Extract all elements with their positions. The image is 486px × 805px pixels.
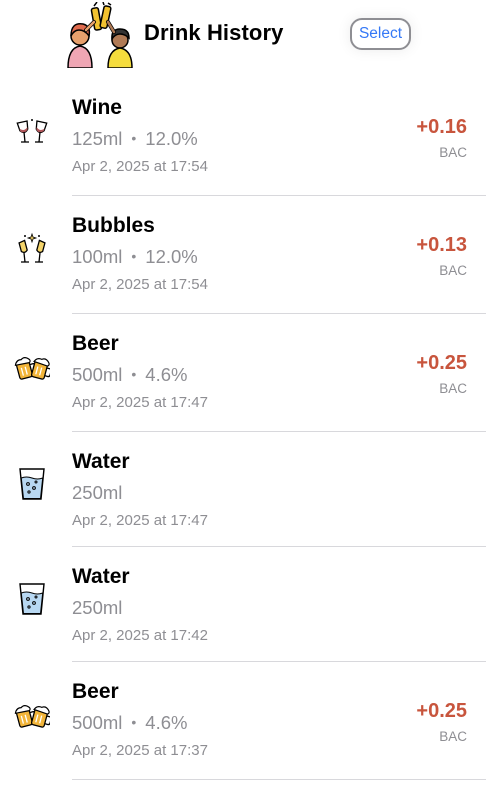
water-glass-icon	[14, 466, 50, 502]
water-glass-icon	[14, 581, 50, 617]
drink-row[interactable]: Beer 500ml • 4.6% Apr 2, 2025 at 17:37 +0.25 B…	[0, 662, 486, 780]
drink-timestamp: Apr 2, 2025 at 17:54	[72, 276, 208, 293]
separator-dot: •	[131, 714, 137, 730]
beer-mugs-icon	[14, 350, 52, 386]
drink-detail: 125ml • 12.0%	[72, 128, 198, 150]
beer-mugs-icon	[14, 698, 52, 734]
drink-abv: 4.6%	[145, 712, 188, 733]
drink-abv: 12.0%	[145, 246, 198, 267]
separator-dot: •	[131, 130, 137, 146]
drink-volume: 250ml	[72, 482, 123, 503]
drink-timestamp: Apr 2, 2025 at 17:47	[72, 512, 208, 529]
drink-history-list: Wine 125ml • 12.0% Apr 2, 2025 at 17:54 +0.16…	[0, 78, 486, 780]
drink-volume: 500ml	[72, 712, 123, 733]
drink-detail: 250ml	[72, 482, 122, 504]
drink-name: Water	[72, 450, 130, 473]
drink-row[interactable]: Beer 500ml • 4.6% Apr 2, 2025 at 17:47 +0.25 B…	[0, 314, 486, 432]
drink-timestamp: Apr 2, 2025 at 17:47	[72, 394, 208, 411]
bac-label: BAC	[439, 263, 467, 278]
bac-change: +0.16 BAC	[416, 116, 467, 160]
drink-timestamp: Apr 2, 2025 at 17:54	[72, 158, 208, 175]
row-divider	[72, 779, 486, 780]
bac-label: BAC	[439, 381, 467, 396]
wine-glasses-icon	[14, 114, 50, 150]
bac-value: +0.25	[416, 352, 467, 374]
drink-timestamp: Apr 2, 2025 at 17:42	[72, 627, 208, 644]
drink-abv: 12.0%	[145, 128, 198, 149]
bac-value: +0.25	[416, 700, 467, 722]
cheers-people-logo-icon	[67, 2, 133, 68]
header-bar: Drink History Select	[0, 0, 486, 78]
drink-detail: 250ml	[72, 597, 122, 619]
champagne-glasses-icon	[14, 232, 50, 268]
drink-name: Beer	[72, 332, 119, 355]
drink-name: Bubbles	[72, 214, 155, 237]
separator-dot: •	[131, 248, 137, 264]
drink-abv: 4.6%	[145, 364, 188, 385]
bac-label: BAC	[439, 145, 467, 160]
drink-volume: 500ml	[72, 364, 123, 385]
drink-name: Wine	[72, 96, 122, 119]
drink-row[interactable]: Bubbles 100ml • 12.0% Apr 2, 2025 at 17:54 +0…	[0, 196, 486, 314]
drink-row[interactable]: Wine 125ml • 12.0% Apr 2, 2025 at 17:54 +0.16…	[0, 78, 486, 196]
separator-dot: •	[131, 366, 137, 382]
drink-detail: 100ml • 12.0%	[72, 246, 198, 268]
bac-value: +0.16	[416, 116, 467, 138]
drink-name: Beer	[72, 680, 119, 703]
page-title: Drink History	[144, 20, 284, 45]
drink-name: Water	[72, 565, 130, 588]
bac-change: +0.25 BAC	[416, 700, 467, 744]
drink-row[interactable]: Water 250ml Apr 2, 2025 at 17:47	[0, 432, 486, 547]
drink-detail: 500ml • 4.6%	[72, 712, 187, 734]
drink-timestamp: Apr 2, 2025 at 17:37	[72, 742, 208, 759]
bac-change: +0.13 BAC	[416, 234, 467, 278]
bac-change: +0.25 BAC	[416, 352, 467, 396]
drink-volume: 250ml	[72, 597, 123, 618]
bac-label: BAC	[439, 729, 467, 744]
drink-volume: 100ml	[72, 246, 123, 267]
drink-volume: 125ml	[72, 128, 123, 149]
drink-row[interactable]: Water 250ml Apr 2, 2025 at 17:42	[0, 547, 486, 662]
select-button[interactable]: Select	[350, 18, 411, 50]
drink-detail: 500ml • 4.6%	[72, 364, 187, 386]
bac-value: +0.13	[416, 234, 467, 256]
